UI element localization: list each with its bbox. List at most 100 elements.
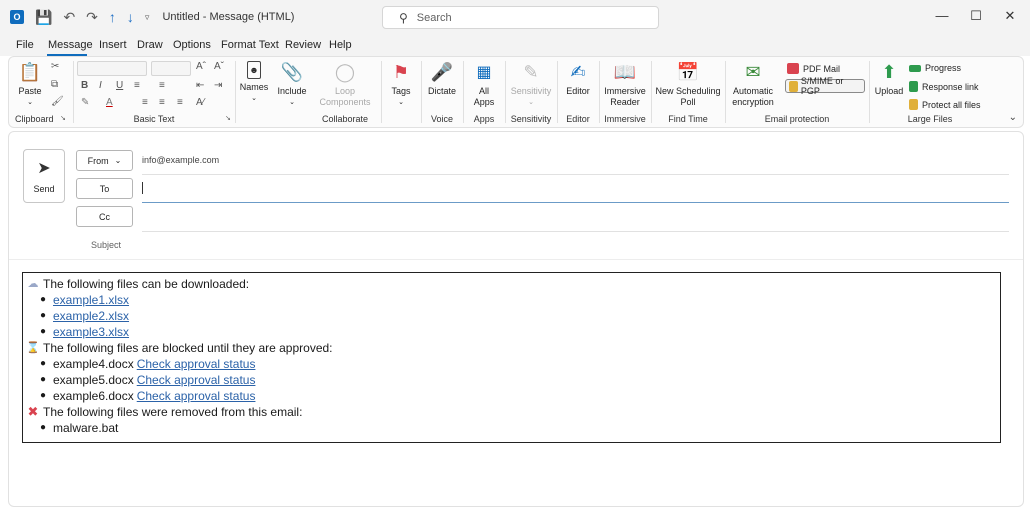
clear-formatting-icon[interactable]: A∕ bbox=[196, 97, 204, 108]
to-label: To bbox=[99, 183, 110, 194]
bullets-icon[interactable]: ≡ bbox=[134, 80, 140, 91]
sensitivity-group-label: Sensitivity bbox=[510, 114, 552, 124]
downloadable-heading: ☁ The following files can be downloaded: bbox=[23, 276, 1000, 292]
arrow-down-icon[interactable]: ↓ bbox=[127, 10, 134, 24]
chevron-down-icon: ⌄ bbox=[114, 156, 122, 165]
bold-icon[interactable]: B bbox=[81, 80, 88, 91]
tags-button[interactable]: ⚑ Tags ⌄ bbox=[387, 61, 415, 108]
automatic-encryption-button[interactable]: ✉ Automatic encryption bbox=[728, 61, 778, 108]
underline-icon[interactable]: U bbox=[116, 80, 123, 91]
protect-all-files-button[interactable]: Protect all files bbox=[909, 99, 981, 110]
maximize-icon[interactable]: ☐ bbox=[959, 8, 993, 24]
to-input[interactable] bbox=[142, 202, 1009, 203]
to-button[interactable]: To bbox=[76, 178, 133, 199]
names-button[interactable]: ☻ Names ⌄ bbox=[239, 61, 269, 104]
response-link-button[interactable]: Response link bbox=[909, 81, 979, 92]
menu-draw[interactable]: Draw bbox=[137, 39, 163, 51]
file-name: example4.docx bbox=[53, 357, 134, 371]
voice-group-label: Voice bbox=[430, 114, 454, 124]
paste-button[interactable]: 📋 Paste ⌄ bbox=[15, 61, 45, 108]
all-apps-button[interactable]: ▦ All Apps bbox=[469, 61, 499, 108]
italic-icon[interactable]: I bbox=[99, 80, 102, 91]
check-approval-link[interactable]: Check approval status bbox=[137, 372, 256, 388]
editor-group: ✍ Editor Editor bbox=[557, 57, 599, 127]
cut-icon[interactable]: ✂ bbox=[51, 61, 59, 72]
chevron-down-icon[interactable]: ⌄ bbox=[1009, 112, 1017, 123]
grow-font-icon[interactable]: Aˆ bbox=[196, 61, 206, 72]
minimize-icon[interactable]: — bbox=[925, 8, 959, 24]
dictate-button[interactable]: 🎤 Dictate bbox=[425, 61, 459, 97]
header-divider bbox=[9, 259, 1023, 260]
loop-components-button[interactable]: ◯ Loop Components bbox=[315, 61, 375, 108]
pdf-mail-button[interactable]: PDF Mail bbox=[787, 63, 840, 74]
loop-label: Loop Components bbox=[319, 86, 371, 107]
to-input-caret bbox=[142, 182, 143, 194]
sensitivity-button[interactable]: ✎ Sensitivity ⌄ bbox=[509, 61, 553, 108]
send-button[interactable]: ➤ Send bbox=[23, 149, 65, 203]
font-name-select[interactable] bbox=[77, 61, 147, 76]
smime-pgp-button[interactable]: S/MIME or PGP bbox=[785, 76, 865, 96]
check-approval-link[interactable]: Check approval status bbox=[137, 388, 256, 404]
numbering-icon[interactable]: ≡ bbox=[159, 80, 165, 91]
arrow-up-icon[interactable]: ↑ bbox=[109, 10, 116, 24]
dialog-launcher-icon[interactable]: ↘ bbox=[60, 114, 66, 122]
undo-icon[interactable]: ↶ bbox=[63, 10, 75, 24]
response-link-label: Response link bbox=[922, 81, 979, 92]
progress-button[interactable]: Progress bbox=[909, 63, 961, 73]
align-center-icon[interactable]: ≡ bbox=[159, 97, 165, 108]
compose-pane: ➤ Send From ⌄ info@example.com To Cc Sub… bbox=[8, 131, 1024, 507]
cc-input[interactable] bbox=[142, 231, 1009, 232]
cloud-icon: ☁ bbox=[27, 278, 39, 290]
format-painter-icon[interactable]: 🖌 bbox=[51, 96, 64, 107]
redo-icon[interactable]: ↷ bbox=[86, 10, 98, 24]
dialog-launcher-icon[interactable]: ↘ bbox=[225, 114, 231, 122]
menu-help[interactable]: Help bbox=[329, 39, 352, 51]
menu-file[interactable]: File bbox=[16, 39, 34, 51]
tags-group: ⚑ Tags ⌄ bbox=[381, 57, 421, 127]
sensitivity-group: ✎ Sensitivity ⌄ Sensitivity bbox=[505, 57, 557, 127]
font-color-icon[interactable]: A bbox=[106, 97, 113, 108]
upload-button[interactable]: ⬆ Upload bbox=[873, 61, 905, 97]
file-link[interactable]: example1.xlsx bbox=[53, 292, 129, 308]
all-apps-label: All Apps bbox=[473, 86, 495, 107]
ribbon: 📋 Paste ⌄ ✂ ⧉ 🖌 Clipboard ↘ Aˆ Aˇ B I U … bbox=[8, 56, 1024, 128]
lock-icon bbox=[909, 99, 918, 110]
decrease-indent-icon[interactable]: ⇤ bbox=[196, 80, 204, 91]
upload-label: Upload bbox=[874, 86, 904, 96]
increase-indent-icon[interactable]: ⇥ bbox=[214, 80, 222, 91]
align-left-icon[interactable]: ≡ bbox=[142, 97, 148, 108]
menu-format-text[interactable]: Format Text bbox=[221, 39, 279, 51]
shrink-font-icon[interactable]: Aˇ bbox=[214, 61, 224, 72]
calendar-icon: 📅 bbox=[676, 61, 700, 82]
find-time-group: 📅 New Scheduling Poll Find Time bbox=[651, 57, 725, 127]
from-button[interactable]: From ⌄ bbox=[76, 150, 133, 171]
save-icon[interactable]: 💾 bbox=[35, 10, 52, 24]
include-button[interactable]: 📎 Include ⌄ bbox=[275, 61, 309, 108]
menu-options[interactable]: Options bbox=[173, 39, 211, 51]
removed-heading-text: The following files were removed from th… bbox=[43, 405, 303, 419]
immersive-reader-button[interactable]: 📖 Immersive Reader bbox=[602, 61, 648, 108]
menu-message[interactable]: Message bbox=[48, 39, 93, 51]
menu-insert[interactable]: Insert bbox=[99, 39, 127, 51]
apps-group: ▦ All Apps Apps bbox=[463, 57, 505, 127]
new-scheduling-poll-button[interactable]: 📅 New Scheduling Poll bbox=[655, 61, 721, 108]
large-files-group: ⬆ Upload Progress Response link Protect … bbox=[869, 57, 991, 127]
search-box[interactable]: ⚲ Search bbox=[382, 6, 659, 29]
copy-icon[interactable]: ⧉ bbox=[51, 79, 58, 90]
editor-button[interactable]: ✍ Editor bbox=[562, 61, 594, 97]
highlight-icon[interactable]: ✎ bbox=[81, 97, 89, 108]
list-item: ● example3.xlsx bbox=[23, 324, 1000, 340]
collaborate-group-label: Collaborate bbox=[321, 114, 369, 124]
sensitivity-icon: ✎ bbox=[523, 61, 539, 82]
close-icon[interactable]: ✕ bbox=[993, 8, 1027, 24]
check-approval-link[interactable]: Check approval status bbox=[137, 356, 256, 372]
collaborate-group: ☻ Names ⌄ 📎 Include ⌄ ◯ Loop Components … bbox=[235, 57, 381, 127]
file-link[interactable]: example2.xlsx bbox=[53, 308, 129, 324]
font-size-select[interactable] bbox=[151, 61, 191, 76]
customize-toolbar-icon[interactable]: ▿ bbox=[145, 10, 150, 24]
menu-review[interactable]: Review bbox=[285, 39, 321, 51]
align-right-icon[interactable]: ≡ bbox=[177, 97, 183, 108]
cc-button[interactable]: Cc bbox=[76, 206, 133, 227]
message-body[interactable]: ☁ The following files can be downloaded:… bbox=[22, 272, 1001, 443]
file-link[interactable]: example3.xlsx bbox=[53, 324, 129, 340]
